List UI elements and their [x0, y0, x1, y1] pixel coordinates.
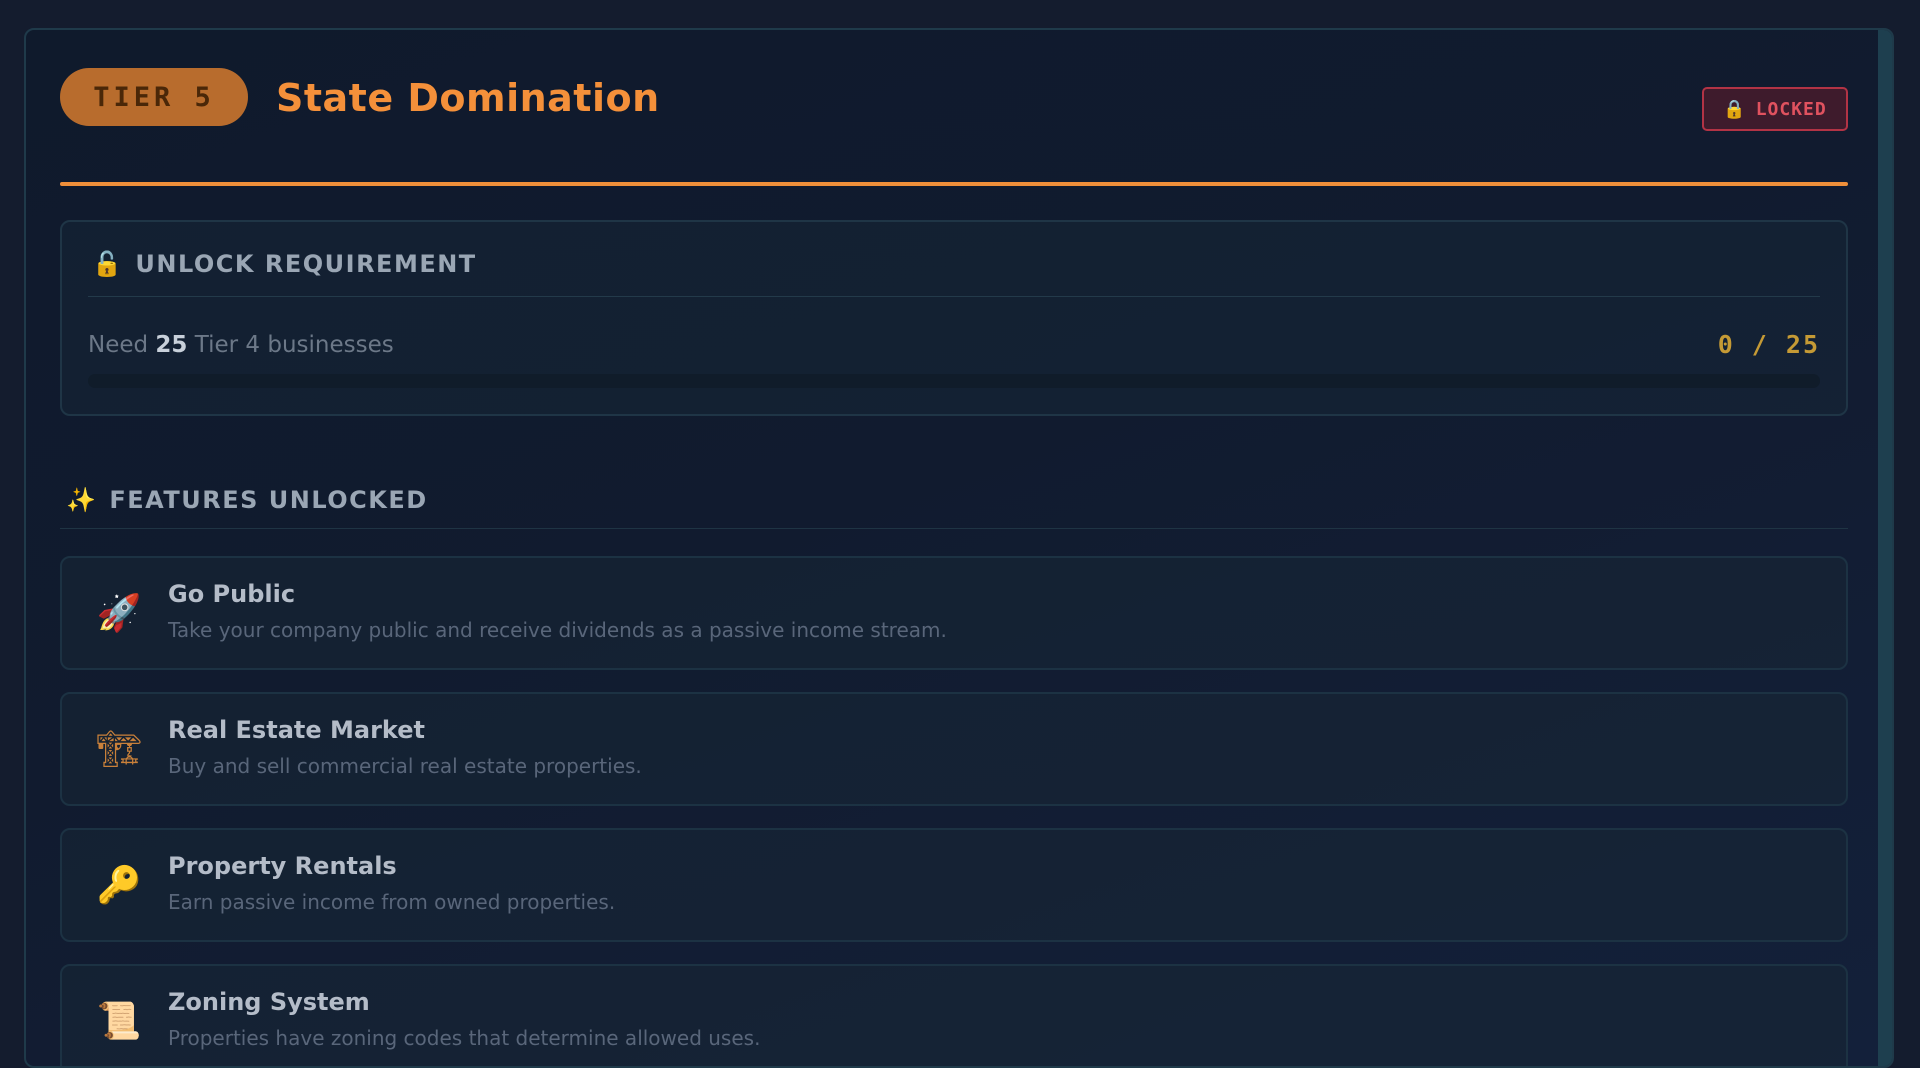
feature-card-property-rentals: 🔑 Property Rentals Earn passive income f…	[60, 828, 1848, 942]
feature-description: Take your company public and receive div…	[168, 618, 947, 642]
feature-description: Earn passive income from owned propertie…	[168, 890, 616, 914]
feature-name: Go Public	[168, 580, 296, 608]
lock-icon: 🔒	[1723, 98, 1746, 120]
requirement-progress-count: 0 / 25	[1717, 330, 1820, 359]
scrollbar[interactable]	[1878, 30, 1892, 1066]
features-unlocked-heading: ✨ FEATURES UNLOCKED	[66, 486, 428, 514]
requirement-text: Need 25 Tier 4 businesses	[88, 332, 394, 358]
crane-icon: 🏗	[96, 729, 142, 770]
requirement-count: 25	[155, 332, 188, 358]
feature-name: Real Estate Market	[168, 716, 425, 744]
features-divider	[60, 528, 1848, 529]
unlocked-padlock-icon: 🔓	[92, 250, 124, 278]
feature-name: Zoning System	[168, 988, 370, 1016]
feature-description: Buy and sell commercial real estate prop…	[168, 754, 642, 778]
unlock-requirement-heading: 🔓 UNLOCK REQUIREMENT	[92, 250, 477, 278]
header-divider	[60, 182, 1848, 186]
tier-header: TIER 5 State Domination 🔒 LOCKED	[60, 68, 1848, 148]
key-icon: 🔑	[96, 865, 142, 906]
locked-status-badge: 🔒 LOCKED	[1702, 87, 1848, 131]
requirement-progress-bar	[88, 374, 1820, 388]
feature-description: Properties have zoning codes that determ…	[168, 1026, 761, 1050]
scroll-icon: 📜	[96, 1001, 142, 1042]
feature-card-go-public: 🚀 Go Public Take your company public and…	[60, 556, 1848, 670]
tier-badge: TIER 5	[60, 68, 248, 126]
requirement-divider	[88, 296, 1820, 297]
requirement-suffix: Tier 4 businesses	[194, 332, 394, 358]
feature-card-zoning-system: 📜 Zoning System Properties have zoning c…	[60, 964, 1848, 1066]
features-unlocked-title: FEATURES UNLOCKED	[109, 486, 428, 514]
feature-name: Property Rentals	[168, 852, 397, 880]
locked-status-label: LOCKED	[1755, 98, 1827, 120]
tier-title: State Domination	[276, 76, 660, 120]
feature-card-real-estate-market: 🏗 Real Estate Market Buy and sell commer…	[60, 692, 1848, 806]
sparkles-icon: ✨	[66, 486, 98, 514]
rocket-icon: 🚀	[96, 593, 142, 634]
unlock-requirement-card: 🔓 UNLOCK REQUIREMENT Need 25 Tier 4 busi…	[60, 220, 1848, 416]
requirement-prefix: Need	[88, 332, 149, 358]
unlock-requirement-title: UNLOCK REQUIREMENT	[135, 250, 477, 278]
tier-panel: TIER 5 State Domination 🔒 LOCKED 🔓 UNLOC…	[24, 28, 1894, 1068]
